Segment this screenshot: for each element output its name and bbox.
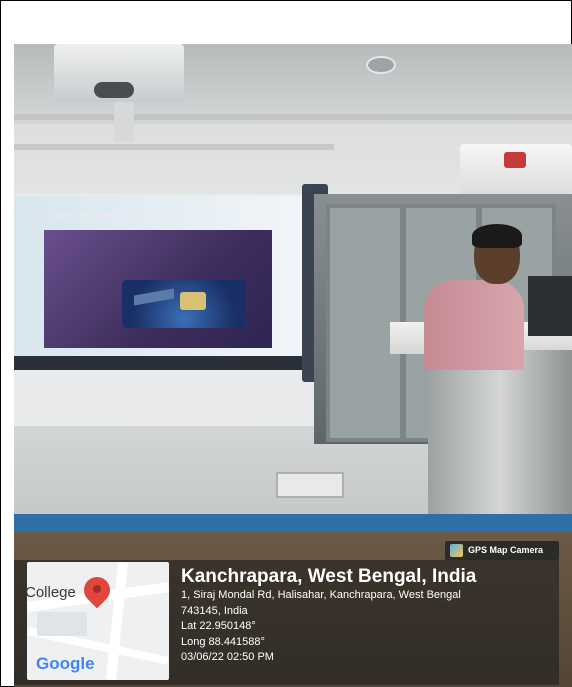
datetime: 03/06/22 02:50 PM: [181, 651, 274, 663]
ceiling-light: [366, 56, 396, 74]
projected-taskbar: [14, 356, 304, 370]
presenter-hair: [472, 224, 522, 248]
laptop: [528, 276, 572, 336]
map-place-label: College: [27, 584, 76, 601]
power-socket: [276, 472, 344, 498]
latitude: Lat 22.950148°: [181, 620, 256, 632]
projector-lens: [94, 82, 134, 98]
location-text: Kanchrapara, West Bengal, India 1, Siraj…: [181, 566, 476, 666]
projector-mount: [114, 102, 134, 142]
gps-camera-icon: [450, 544, 463, 557]
ac-logo: [504, 152, 526, 168]
location-pin-dot: [93, 585, 101, 593]
map-road: [105, 562, 129, 680]
gps-camera-label: GPS Map Camera: [468, 545, 544, 555]
board-rail: [14, 144, 334, 150]
wall-skirting: [14, 514, 572, 532]
gps-camera-badge: GPS Map Camera: [445, 541, 559, 560]
map-block: [37, 612, 87, 636]
longitude: Long 88.441588°: [181, 635, 265, 648]
map-thumbnail: College Google: [27, 562, 169, 680]
presenter-body: [424, 280, 524, 370]
place-name: Kanchrapara, West Bengal, India: [181, 566, 477, 587]
ceiling-edge: [14, 114, 572, 120]
address-line-1: 1, Siraj Mondal Rd, Halisahar, Kanchrapa…: [181, 589, 461, 601]
slide-title: SATELLITE COMMUNICATION: [52, 213, 156, 220]
google-logo: Google: [36, 654, 95, 673]
satellite-body: [180, 292, 206, 310]
address-line-2: 743145, India: [181, 604, 248, 617]
